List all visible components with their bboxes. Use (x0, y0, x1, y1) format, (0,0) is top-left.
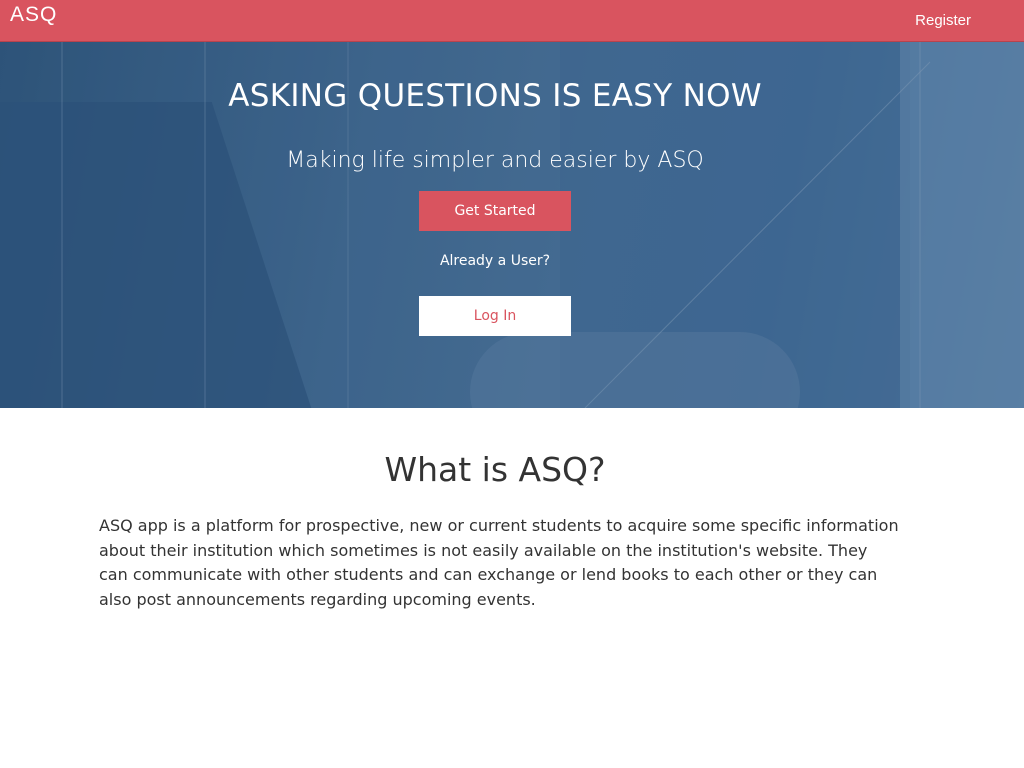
already-user-text: Already a User? (439, 253, 551, 269)
asq-logo[interactable]: ASQ (10, 2, 57, 28)
hero-title: ASKING QUESTIONS IS EASY NOW (228, 78, 762, 114)
about-description: ASQ app is a platform for prospective, n… (99, 516, 899, 609)
logo-text: ASQ (10, 3, 58, 26)
about-heading: What is ASQ? (384, 450, 606, 489)
get-started-button[interactable]: Get Started (419, 191, 571, 231)
register-link[interactable]: Register (915, 12, 971, 29)
login-button[interactable]: Log In (419, 296, 571, 336)
hero-subtitle: Making life simpler and easier by ASQ (286, 148, 704, 173)
hero-banner: ASKING QUESTIONS IS EASY NOW Making life… (0, 42, 1024, 408)
top-navbar: ASQ Register (0, 0, 1024, 42)
